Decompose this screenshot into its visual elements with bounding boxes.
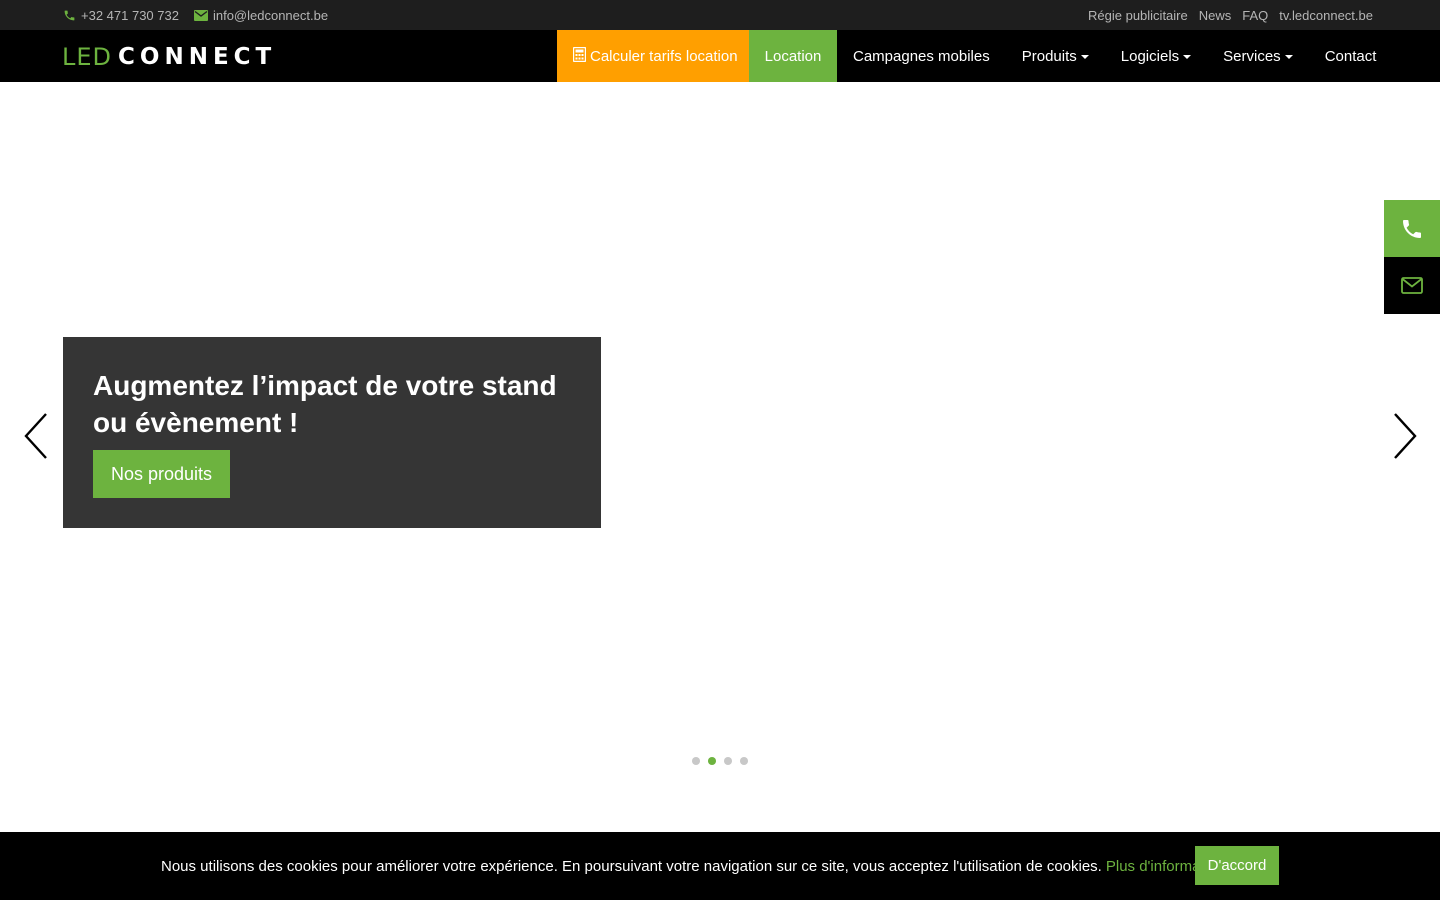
cookie-text-wrap: Nous utilisons des cookies pour améliore…: [161, 832, 1232, 900]
caret-down-icon: [1080, 55, 1089, 59]
topbar-links: Régie publicitaire News FAQ tv.ledconnec…: [1088, 0, 1373, 30]
cookie-accept-button[interactable]: D'accord: [1195, 846, 1279, 885]
nav-services[interactable]: Services: [1207, 30, 1309, 82]
topbar-phone-link[interactable]: +32 471 730 732: [63, 8, 179, 23]
top-bar: +32 471 730 732 info@ledconnect.be Régie…: [0, 0, 1440, 30]
carousel-prev-button[interactable]: [22, 412, 52, 460]
chevron-left-icon: [24, 413, 47, 459]
phone-icon: [63, 9, 76, 22]
envelope-icon: [1401, 277, 1423, 294]
phone-icon: [1403, 219, 1421, 238]
caret-down-icon: [1183, 55, 1192, 59]
main-navbar: LED CONNECT Calculer tarifs location Loc…: [0, 30, 1440, 82]
carousel-next-button[interactable]: [1389, 412, 1419, 460]
nav-logiciels-label: Logiciels: [1120, 47, 1180, 65]
cookie-text: Nous utilisons des cookies pour améliore…: [161, 857, 1102, 875]
caret-down-icon: [1284, 55, 1293, 59]
nav-services-label: Services: [1223, 47, 1281, 65]
topbar-phone-text: +32 471 730 732: [81, 7, 179, 23]
carousel-dot[interactable]: [724, 757, 732, 765]
topbar-link-regie[interactable]: Régie publicitaire: [1088, 8, 1188, 23]
nav-logiciels[interactable]: Logiciels: [1105, 30, 1207, 82]
floating-phone-button[interactable]: [1384, 200, 1440, 257]
logo-connect: CONNECT: [118, 44, 277, 70]
floating-email-button[interactable]: [1384, 257, 1440, 314]
main-nav: Calculer tarifs location Location Campag…: [557, 30, 1392, 82]
carousel-indicators: [692, 757, 748, 765]
topbar-link-tv[interactable]: tv.ledconnect.be: [1279, 8, 1373, 23]
nav-campagnes[interactable]: Campagnes mobiles: [837, 30, 1006, 82]
envelope-icon: [193, 9, 208, 21]
nav-contact[interactable]: Contact: [1309, 30, 1393, 82]
nav-produits-label: Produits: [1021, 47, 1077, 65]
hero-products-button[interactable]: Nos produits: [93, 450, 230, 498]
chevron-right-icon: [1394, 413, 1417, 459]
nav-produits[interactable]: Produits: [1006, 30, 1105, 82]
topbar-email-link[interactable]: info@ledconnect.be: [193, 7, 329, 23]
topbar-link-news[interactable]: News: [1199, 8, 1232, 23]
nav-calc-button[interactable]: Calculer tarifs location: [557, 30, 749, 82]
topbar-link-faq[interactable]: FAQ: [1242, 8, 1268, 23]
cookie-banner: Nous utilisons des cookies pour améliore…: [0, 832, 1440, 900]
site-logo[interactable]: LED CONNECT: [62, 44, 276, 70]
hero-caption: Augmentez l’impact de votre stand ou évè…: [63, 337, 601, 528]
logo-led: LED: [62, 43, 113, 71]
contact-info: +32 471 730 732 info@ledconnect.be: [63, 0, 328, 30]
carousel-dot-active[interactable]: [708, 757, 716, 765]
carousel-dot[interactable]: [692, 757, 700, 765]
nav-calc-label: Calculer tarifs location: [590, 47, 738, 65]
calculator-icon: [572, 46, 587, 66]
hero-title: Augmentez l’impact de votre stand ou évè…: [93, 370, 557, 438]
nav-location[interactable]: Location: [749, 30, 837, 82]
carousel-dot[interactable]: [740, 757, 748, 765]
topbar-email-text: info@ledconnect.be: [212, 7, 329, 23]
